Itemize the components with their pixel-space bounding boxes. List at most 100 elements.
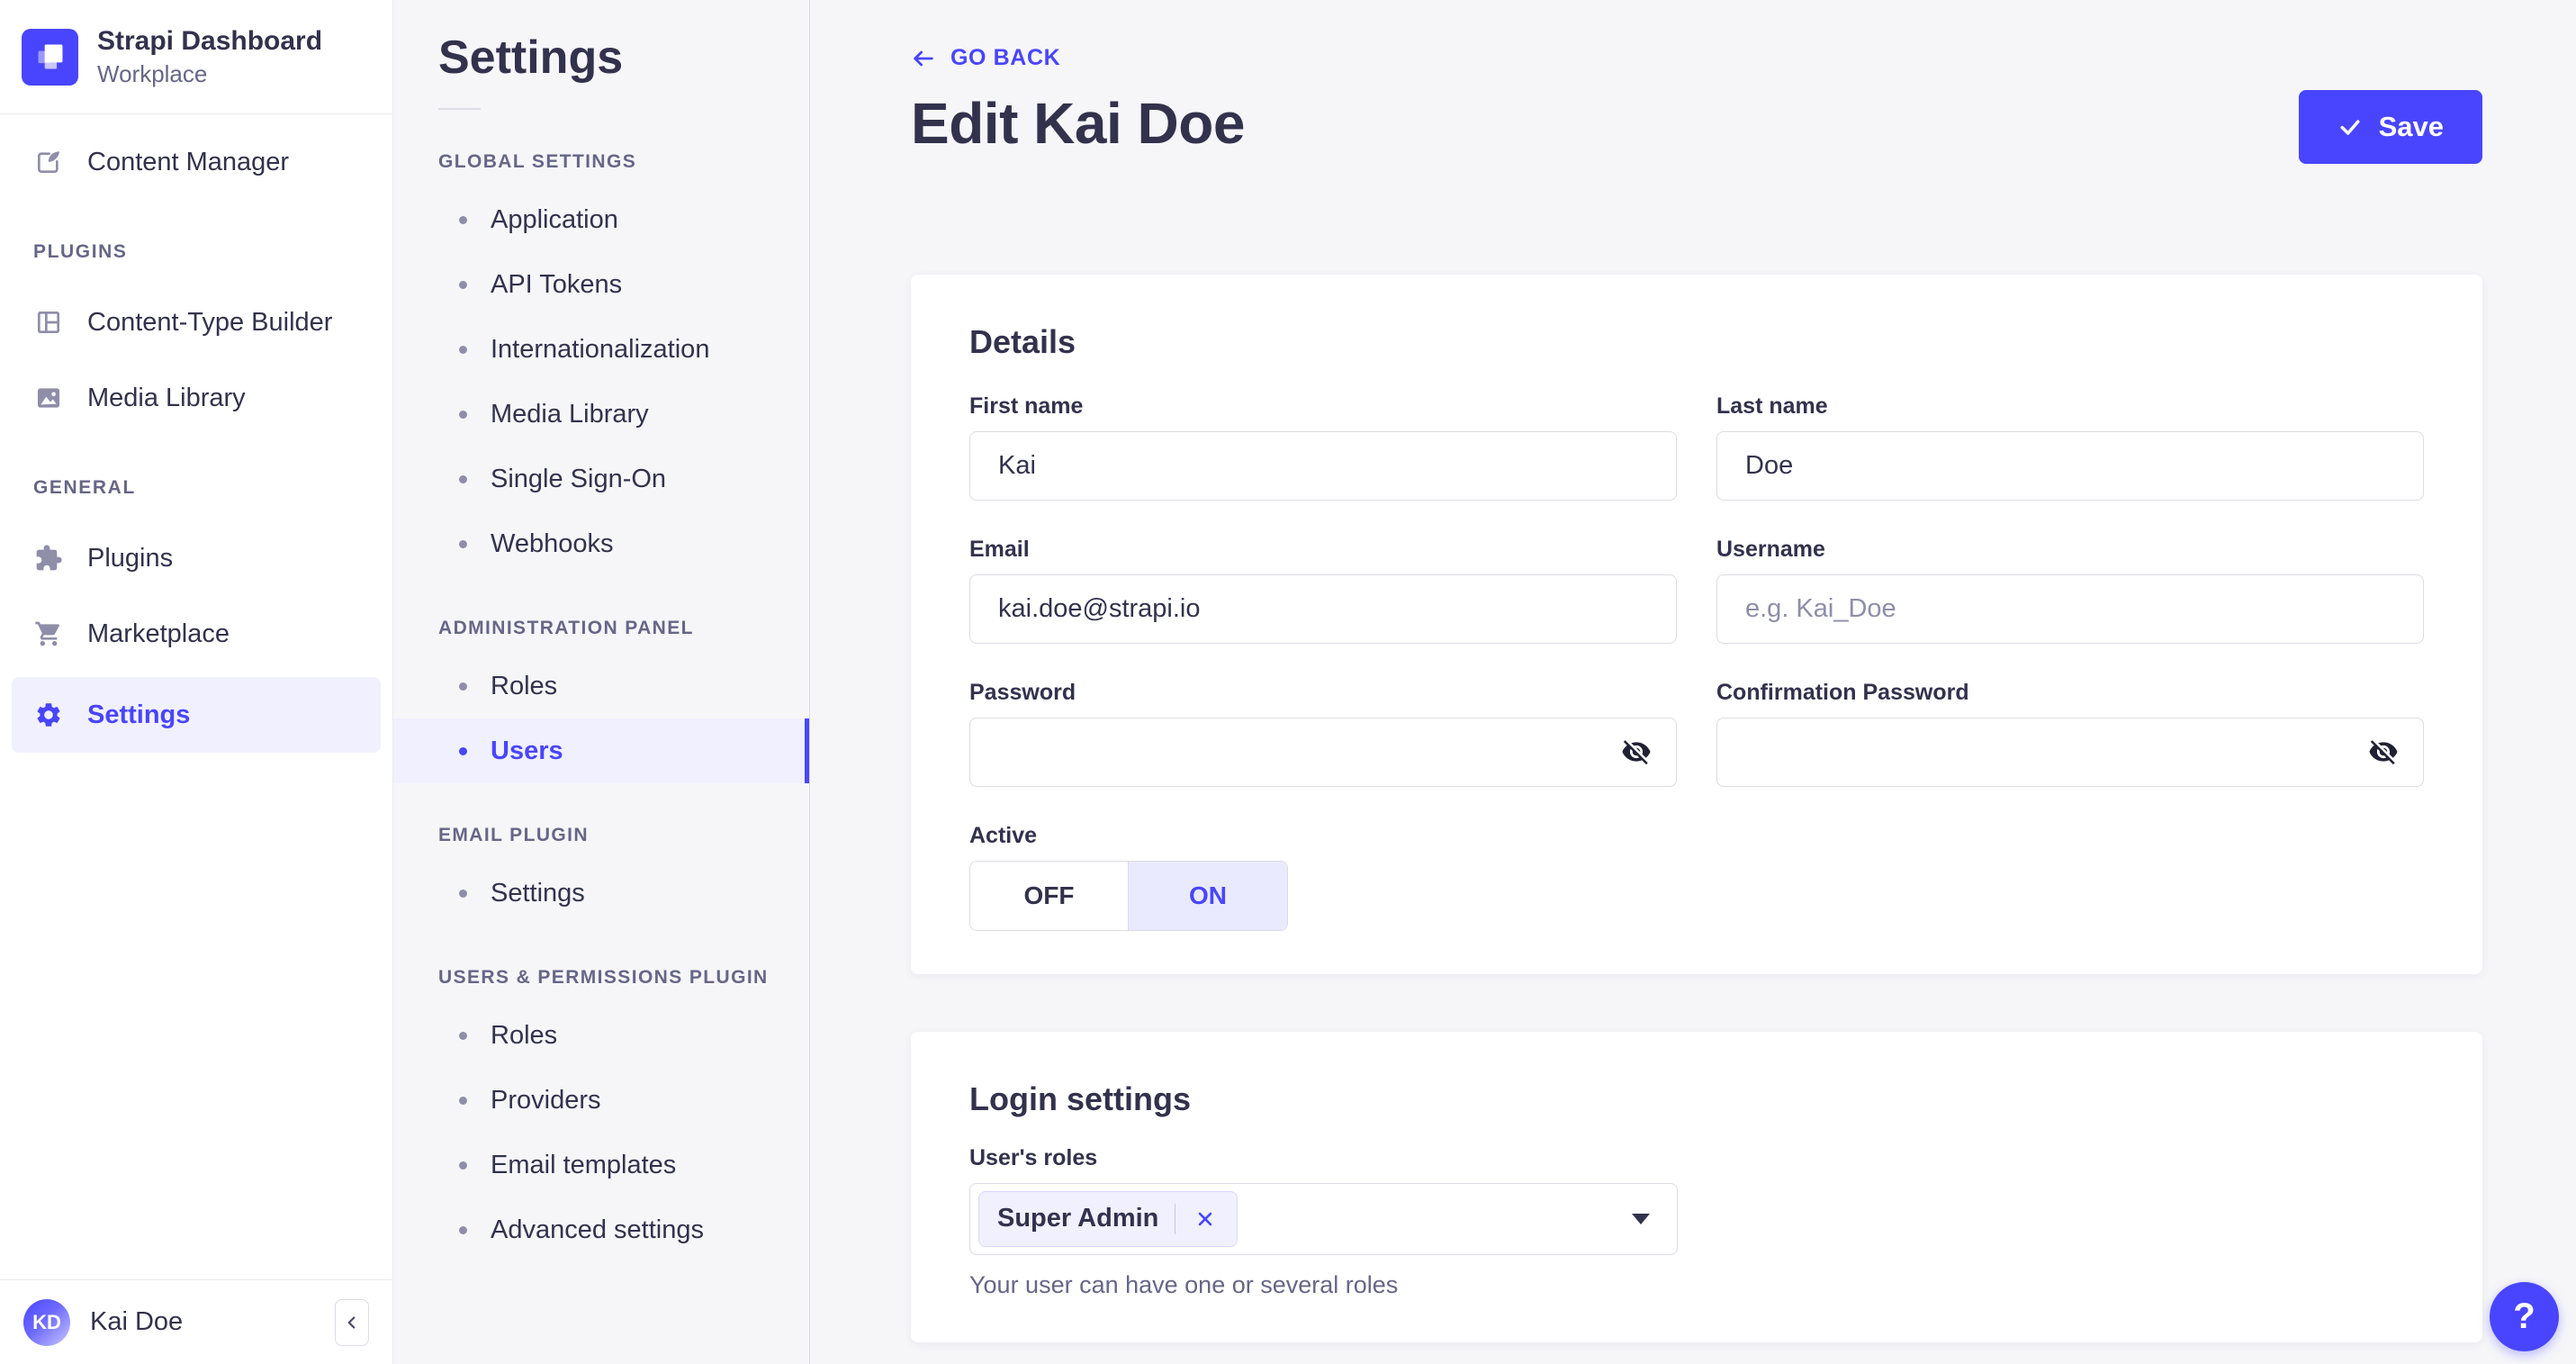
avatar: KD xyxy=(23,1298,70,1346)
user-roles-select[interactable]: Super Admin xyxy=(969,1182,1678,1255)
password-label: Password xyxy=(969,679,1076,705)
username-label: Username xyxy=(1716,536,1825,562)
subnav-item-label: Single Sign-On xyxy=(491,464,667,493)
sidebar-nav: Content Manager PLUGINS Content-Type Bui… xyxy=(0,114,392,1279)
save-button[interactable]: Save xyxy=(2298,89,2482,164)
bullet-icon xyxy=(459,474,467,483)
role-tag: Super Admin xyxy=(978,1190,1238,1247)
details-heading: Details xyxy=(969,322,1076,360)
help-button[interactable]: ? xyxy=(2490,1282,2559,1351)
sidebar-item-label: Content Manager xyxy=(87,147,290,176)
puzzle-icon xyxy=(33,543,64,574)
subnav-item-media-library[interactable]: Media Library xyxy=(393,382,809,447)
subnav-item-providers[interactable]: Providers xyxy=(393,1068,809,1133)
toggle-password-visibility-button[interactable] xyxy=(1617,733,1655,771)
subnav-item-label: Email templates xyxy=(491,1150,677,1179)
bullet-icon xyxy=(459,889,467,898)
subnav-item-application[interactable]: Application xyxy=(393,187,809,252)
chevron-left-icon xyxy=(342,1313,362,1332)
sidebar-item-content-type-builder[interactable]: Content-Type Builder xyxy=(12,290,381,355)
eye-off-icon xyxy=(2368,736,2399,767)
confirmation-password-label: Confirmation Password xyxy=(1716,679,1969,705)
chevron-down-icon xyxy=(1632,1213,1650,1224)
sidebar-item-label: Marketplace xyxy=(87,619,230,648)
details-form-grid: First name Last name Email xyxy=(969,393,2424,787)
sidebar-section-plugins: PLUGINS xyxy=(33,241,128,262)
username-input[interactable] xyxy=(1716,574,2424,644)
sidebar-item-marketplace[interactable]: Marketplace xyxy=(12,601,381,666)
sidebar-item-label: Settings xyxy=(87,700,191,729)
feather-pen-icon xyxy=(33,147,64,177)
first-name-input[interactable] xyxy=(969,430,1677,501)
subnav-item-label: Webhooks xyxy=(491,528,614,558)
sidebar-item-settings[interactable]: Settings xyxy=(12,677,381,753)
subnav-section-administration-panel: ADMINISTRATION PANEL xyxy=(438,618,694,638)
password-field-group: Password xyxy=(969,680,1677,787)
layout-icon xyxy=(33,307,64,338)
subnav-section-email-plugin: EMAIL PLUGIN xyxy=(438,825,589,845)
subnav-item-label: Media Library xyxy=(491,399,649,429)
password-input[interactable] xyxy=(969,717,1677,787)
sidebar-item-plugins[interactable]: Plugins xyxy=(12,526,381,591)
subnav-item-label: Internationalization xyxy=(491,334,710,364)
subnav-item-label: Providers xyxy=(491,1085,601,1115)
subnav-item-api-tokens[interactable]: API Tokens xyxy=(393,252,809,317)
bullet-icon xyxy=(459,280,467,289)
toggle-off-option[interactable]: OFF xyxy=(970,861,1129,930)
toggle-confirmation-password-visibility-button[interactable] xyxy=(2364,733,2402,771)
subnav-item-webhooks[interactable]: Webhooks xyxy=(393,511,809,576)
email-field-group: Email xyxy=(969,537,1677,644)
email-input[interactable] xyxy=(969,574,1677,644)
subnav-item-admin-roles[interactable]: Roles xyxy=(393,654,809,718)
subnav-title: Settings xyxy=(438,32,624,84)
back-arrow-icon xyxy=(911,46,936,71)
user-row: KD Kai Doe xyxy=(0,1279,392,1364)
eye-off-icon xyxy=(1621,736,1652,767)
image-icon xyxy=(33,383,64,413)
sidebar-item-media-library[interactable]: Media Library xyxy=(12,366,381,430)
go-back-link[interactable]: GO BACK xyxy=(911,45,1060,71)
check-icon xyxy=(2337,114,2363,140)
subnav-item-email-templates[interactable]: Email templates xyxy=(393,1133,809,1197)
email-label: Email xyxy=(969,536,1030,562)
subnav-item-label: API Tokens xyxy=(491,269,623,299)
first-name-label: First name xyxy=(969,393,1084,419)
sidebar-item-label: Plugins xyxy=(87,543,174,573)
subnav-section-global-settings: GLOBAL SETTINGS xyxy=(438,151,637,172)
login-settings-card: Login settings User's roles Super Admin xyxy=(911,1031,2482,1342)
bullet-icon xyxy=(459,746,467,755)
bullet-icon xyxy=(459,539,467,548)
bullet-icon xyxy=(459,410,467,419)
last-name-input[interactable] xyxy=(1716,430,2424,501)
bullet-icon xyxy=(459,682,467,691)
subnav-divider xyxy=(438,108,481,110)
title-row: Edit Kai Doe Save xyxy=(911,89,2482,164)
subnav-item-advanced-settings[interactable]: Advanced settings xyxy=(393,1197,809,1262)
sidebar-section-general: GENERAL xyxy=(33,477,136,498)
confirmation-password-input[interactable] xyxy=(1716,717,2424,787)
bullet-icon xyxy=(459,1031,467,1040)
subnav-item-label: Advanced settings xyxy=(491,1215,704,1244)
subnav-section-users-permissions-plugin: USERS & PERMISSIONS PLUGIN xyxy=(438,967,769,988)
cart-icon xyxy=(33,619,64,649)
sidebar-item-label: Media Library xyxy=(87,383,246,412)
subnav-item-internationalization[interactable]: Internationalization xyxy=(393,317,809,382)
subnav-item-admin-users[interactable]: Users xyxy=(393,718,809,783)
remove-role-button[interactable] xyxy=(1192,1206,1219,1233)
app-title: Strapi Dashboard xyxy=(97,26,323,56)
toggle-on-option[interactable]: ON xyxy=(1129,861,1287,930)
active-toggle: OFF ON xyxy=(969,860,1288,931)
subnav-item-email-settings[interactable]: Settings xyxy=(393,861,809,926)
bullet-icon xyxy=(459,1096,467,1105)
collapse-sidebar-button[interactable] xyxy=(335,1298,369,1346)
login-settings-heading: Login settings xyxy=(969,1079,1191,1117)
save-label: Save xyxy=(2378,110,2444,142)
details-card: Details First name Last name Email xyxy=(911,274,2482,974)
bullet-icon xyxy=(459,1225,467,1234)
sidebar-item-content-manager[interactable]: Content Manager xyxy=(12,130,381,194)
subnav-item-single-sign-on[interactable]: Single Sign-On xyxy=(393,447,809,511)
user-name: Kai Doe xyxy=(90,1307,184,1336)
confirmation-password-field-group: Confirmation Password xyxy=(1716,680,2424,787)
user-roles-label: User's roles xyxy=(969,1144,1098,1170)
subnav-item-up-roles[interactable]: Roles xyxy=(393,1003,809,1068)
